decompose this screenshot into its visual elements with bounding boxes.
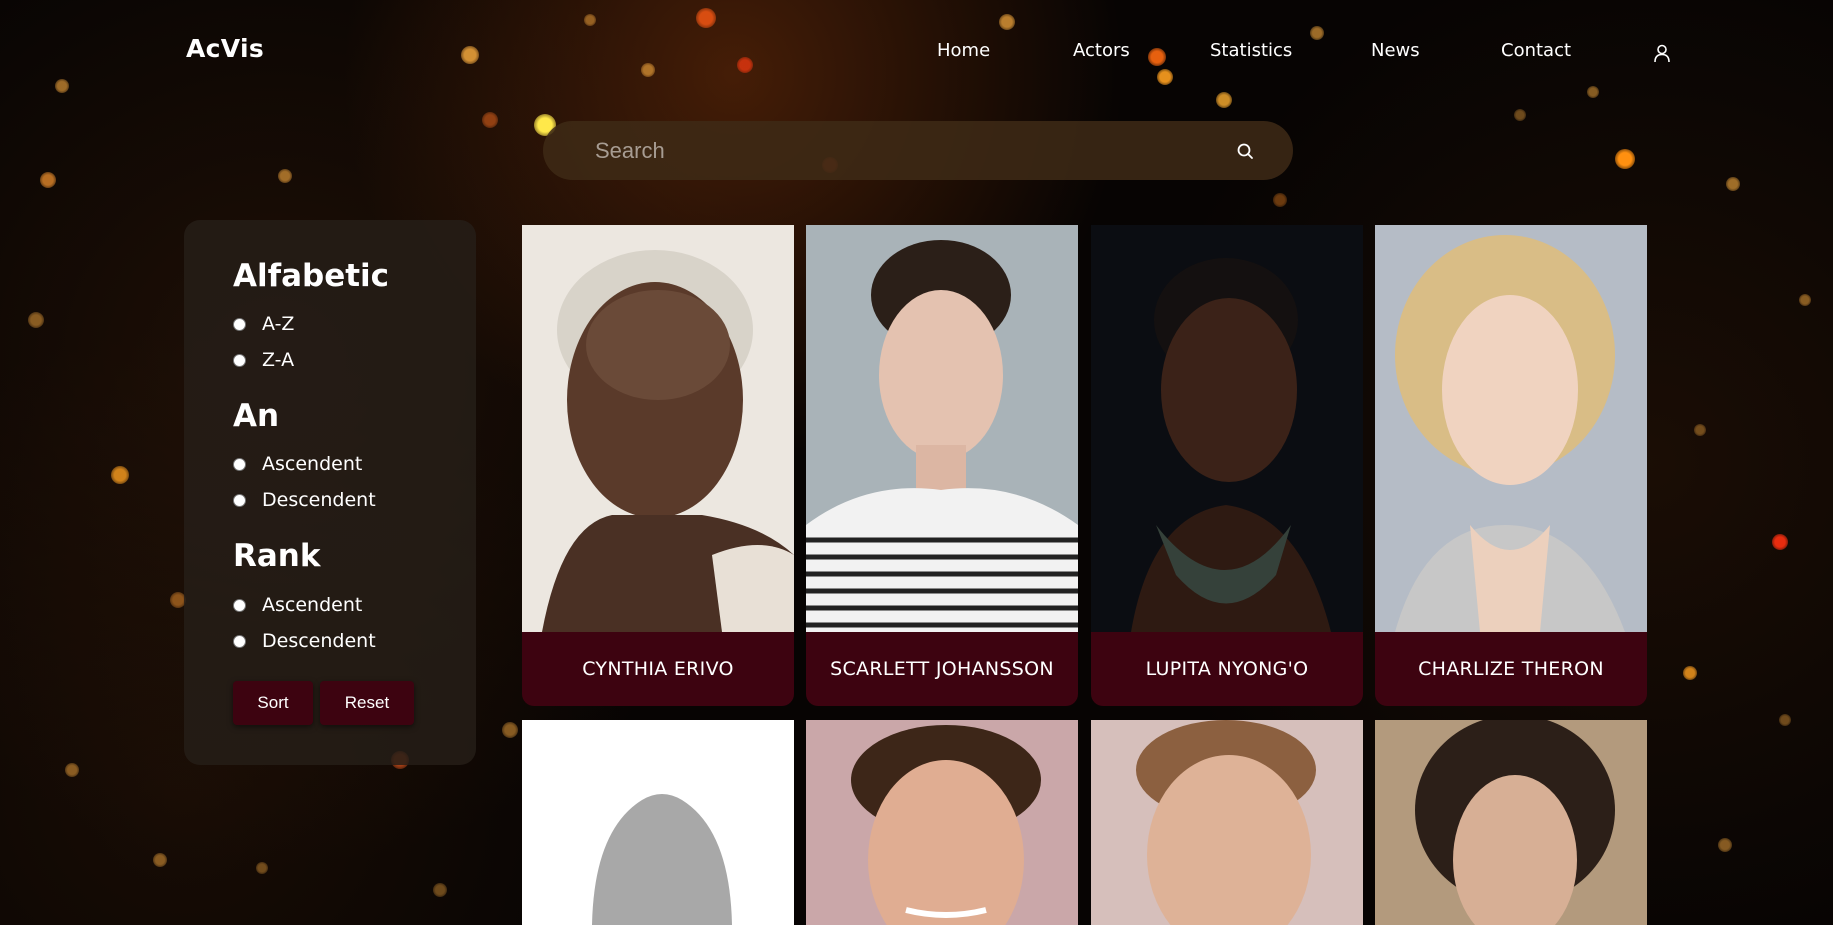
filter-option-a-z[interactable]: A-Z [233,313,294,335]
actor-card[interactable] [1091,720,1363,925]
nav-news[interactable]: News [1371,40,1420,61]
search-input[interactable] [593,133,1197,169]
actor-card[interactable]: LUPITA NYONG'O [1091,225,1363,706]
actor-name-bar: SCARLETT JOHANSSON [806,632,1078,706]
option-label: Descendent [262,630,376,652]
actor-name: LUPITA NYONG'O [1145,658,1309,680]
actor-card[interactable]: CHARLIZE THERON [1375,225,1647,706]
user-icon[interactable] [1652,43,1672,63]
filter-title-alfabetic: Alfabetic [233,258,390,294]
option-label: Ascendent [262,594,363,616]
search-bar [543,121,1293,180]
main-nav: Home Actors Statistics News Contact [0,40,1833,66]
actor-photo [1375,720,1647,925]
option-label: Ascendent [262,453,363,475]
actor-name-bar: LUPITA NYONG'O [1091,632,1363,706]
radio-button[interactable] [233,634,246,648]
actor-card[interactable]: CYNTHIA ERIVO [522,225,794,706]
radio-button[interactable] [233,317,246,331]
nav-contact[interactable]: Contact [1501,40,1571,61]
radio-button[interactable] [233,493,246,507]
search-icon[interactable] [1236,142,1254,160]
filter-option-an-descendent[interactable]: Descendent [233,489,376,511]
nav-statistics[interactable]: Statistics [1210,40,1292,61]
option-label: Descendent [262,489,376,511]
sort-button[interactable]: Sort [233,681,313,725]
actor-card[interactable] [1375,720,1647,925]
actor-photo [1091,225,1363,632]
actor-photo [522,225,794,632]
nav-actors[interactable]: Actors [1073,40,1130,61]
filter-option-rank-descendent[interactable]: Descendent [233,630,376,652]
option-label: A-Z [262,313,295,335]
actor-photo [806,225,1078,632]
filter-title-rank: Rank [233,538,321,574]
reset-button[interactable]: Reset [320,681,414,725]
actor-name-bar: CYNTHIA ERIVO [522,632,794,706]
filter-option-an-ascendent[interactable]: Ascendent [233,453,362,475]
actor-name: SCARLETT JOHANSSON [830,658,1054,680]
filter-panel: Alfabetic A-Z Z-A An Ascendent Descenden… [184,220,476,765]
filter-option-rank-ascendent[interactable]: Ascendent [233,594,362,616]
nav-home[interactable]: Home [937,40,990,61]
actor-photo [806,720,1078,925]
placeholder-avatar-icon [522,720,794,925]
actor-card[interactable] [522,720,794,925]
actor-photo [1375,225,1647,632]
option-label: Z-A [262,349,295,371]
actor-name: CHARLIZE THERON [1418,658,1604,680]
radio-button[interactable] [233,353,246,367]
actor-photo [1091,720,1363,925]
actor-card[interactable]: SCARLETT JOHANSSON [806,225,1078,706]
filter-title-an: An [233,398,280,434]
actor-name-bar: CHARLIZE THERON [1375,632,1647,706]
actor-name: CYNTHIA ERIVO [582,658,734,680]
radio-button[interactable] [233,598,246,612]
actor-card[interactable] [806,720,1078,925]
radio-button[interactable] [233,457,246,471]
filter-option-z-a[interactable]: Z-A [233,349,294,371]
